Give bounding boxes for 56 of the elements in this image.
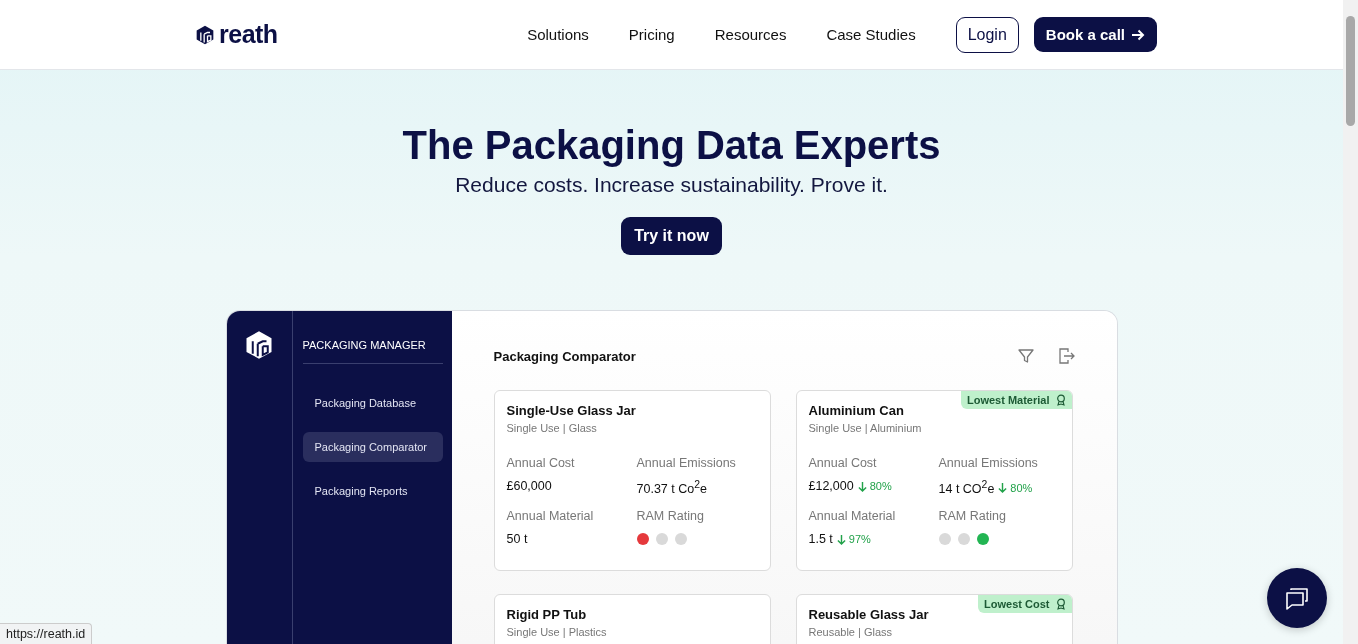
badge: Lowest Cost xyxy=(978,595,1072,613)
metric-label: Annual Cost xyxy=(808,456,878,470)
metric-value: 70.37 t Co$^{2}$e xyxy=(636,479,707,497)
card-title: Reusable Glass Jar xyxy=(808,607,930,622)
metric-label: Annual Material xyxy=(808,509,897,524)
arrow-icon xyxy=(1131,27,1145,42)
badge: Lowest Material xyxy=(960,391,1072,409)
nav-link[interactable]: Resources xyxy=(714,26,787,43)
packaging-card[interactable]: Lowest Cost Reusable Glass Jar Reusable | Glass xyxy=(795,594,1073,644)
logo-icon xyxy=(244,329,274,361)
book-call-button[interactable]: Book a call xyxy=(1033,17,1157,52)
card-title: Single-Use Glass Jar xyxy=(506,403,637,418)
sidebar-item[interactable]: Packaging Database xyxy=(302,388,443,418)
metric-value: 50 t xyxy=(506,532,528,547)
hero-title: The Packaging Data Experts xyxy=(402,122,941,169)
down-arrow-icon xyxy=(857,480,867,492)
card-title: Rigid PP Tub xyxy=(506,607,588,622)
card-title: Aluminium Can xyxy=(808,403,905,418)
down-arrow-icon xyxy=(836,533,846,545)
logo-icon xyxy=(195,24,215,45)
nav-link[interactable]: Solutions xyxy=(527,26,589,43)
sidebar-item[interactable]: Packaging Reports xyxy=(302,476,443,506)
filter-icon[interactable] xyxy=(1016,347,1035,365)
brand-name[interactable]: reath xyxy=(219,20,278,49)
metric-value: £60,000 xyxy=(506,479,552,493)
down-arrow-icon xyxy=(998,482,1008,494)
metric-value: 14 t CO$^{2}$e xyxy=(938,479,995,497)
change-percent: 80% xyxy=(869,480,892,492)
change-percent: 97% xyxy=(848,533,871,546)
card-subtitle: Single Use | Aluminium xyxy=(808,422,923,434)
metric-label: RAM Rating xyxy=(636,509,705,524)
packaging-card[interactable]: Single-Use Glass Jar Single Use | Glass Annual Cost £60,000 Annual Emissions 70.37 t Co$^{2}$e Annual Material 50 t RAM Rating xyxy=(493,390,771,571)
scrollbar[interactable] xyxy=(1343,0,1358,644)
metric-value: 1.5 t xyxy=(808,532,833,547)
try-button[interactable]: Try it now xyxy=(621,217,722,255)
hero-subtitle: Reduce costs. Increase sustainability. Prove it. xyxy=(455,173,888,197)
nav-link[interactable]: Pricing xyxy=(628,26,675,43)
card-subtitle: Reusable | Glass xyxy=(808,626,894,638)
sidebar-item[interactable]: Packaging Comparator xyxy=(302,432,443,462)
metric-label: RAM Rating xyxy=(938,509,1007,524)
packaging-card[interactable]: Lowest Material Aluminium Can Single Use | Aluminium Annual Cost £12,000 80% Annual Emissions 14 t CO$^{2}$e 80% Annual Material 1.5 t 97% RAM Rating xyxy=(795,390,1073,571)
metric-label: Annual Material xyxy=(506,509,595,524)
metric-label: Annual Cost xyxy=(506,456,576,470)
metric-label: Annual Emissions xyxy=(636,456,737,470)
sidebar-heading: PACKAGING MANAGER xyxy=(302,339,443,364)
status-url: https://reath.id xyxy=(0,623,93,644)
card-subtitle: Single Use | Glass xyxy=(506,422,598,434)
card-subtitle: Single Use | Plastics xyxy=(506,626,608,638)
packaging-card[interactable]: Rigid PP Tub Single Use | Plastics xyxy=(493,594,771,644)
nav-link[interactable]: Case Studies xyxy=(826,26,916,43)
metric-label: Annual Emissions xyxy=(938,456,1039,470)
panel-title: Packaging Comparator xyxy=(493,348,636,364)
export-icon[interactable] xyxy=(1056,347,1075,365)
change-percent: 80% xyxy=(1010,481,1033,494)
login-button[interactable]: Login xyxy=(955,16,1019,53)
metric-value: £12,000 xyxy=(808,479,854,493)
